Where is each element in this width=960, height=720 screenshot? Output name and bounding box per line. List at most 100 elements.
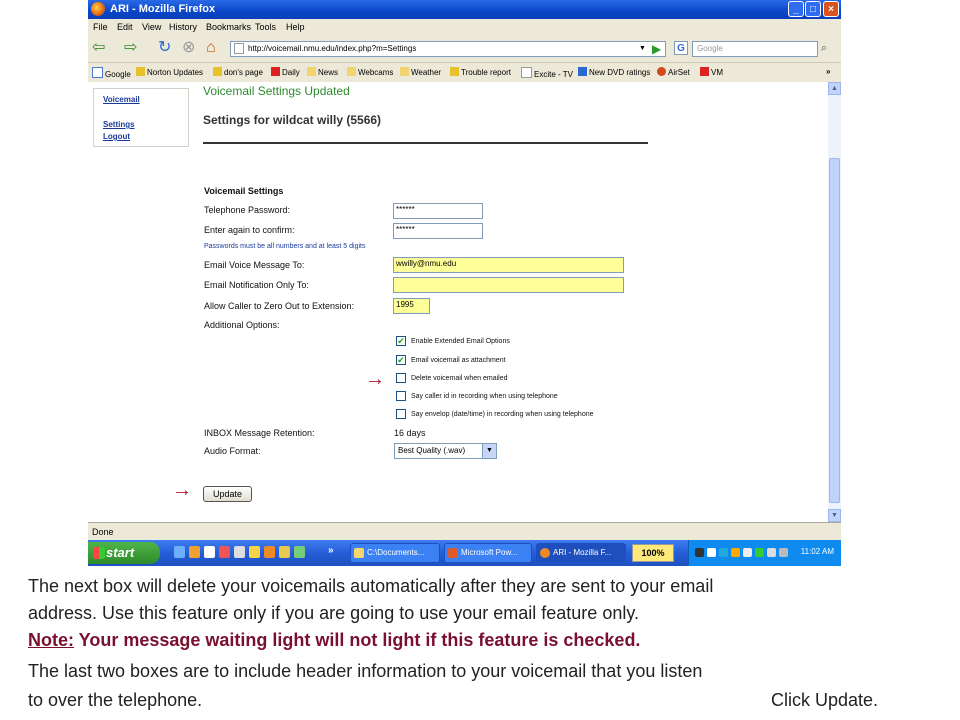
inbox-retention-label: INBOX Message Retention:	[204, 428, 315, 438]
caption-note-text: Your message waiting light will not ligh…	[74, 630, 641, 650]
option-checkbox-say-envelope[interactable]	[396, 409, 406, 419]
bookmarks-toolbar: Google Norton Updates don's page Daily N…	[88, 62, 841, 83]
menu-bookmarks[interactable]: Bookmarks	[206, 22, 251, 32]
option-checkbox-delete-when-emailed[interactable]	[396, 373, 406, 383]
clock: 11:02 AM	[800, 547, 834, 556]
bookmark-airset[interactable]: AirSet	[657, 67, 690, 77]
additional-options-label: Additional Options:	[204, 320, 280, 330]
option-label-extended-email: Enable Extended Email Options	[411, 338, 510, 345]
bookmark-new-dvd-ratings[interactable]: New DVD ratings	[578, 67, 650, 77]
tray-icon[interactable]	[695, 548, 704, 557]
menu-help[interactable]: Help	[286, 22, 305, 32]
url-dropdown-icon[interactable]: ▼	[639, 45, 646, 52]
window-title: ARI - Mozilla Firefox	[110, 3, 216, 15]
forward-icon[interactable]: ⇨	[124, 39, 137, 57]
option-checkbox-extended-email[interactable]: ✔	[396, 336, 406, 346]
caption-line-4: The last two boxes are to include header…	[28, 661, 703, 681]
task-button-documents[interactable]: C:\Documents...	[350, 543, 440, 563]
minimize-button[interactable]: _	[788, 1, 804, 17]
quicklaunch-icon[interactable]	[204, 546, 215, 558]
email-notification-label: Email Notification Only To:	[204, 280, 309, 290]
caption-note: Note: Your message waiting light will no…	[28, 630, 640, 651]
checkmark-icon: ✔	[397, 336, 405, 346]
tray-icon[interactable]	[755, 548, 764, 557]
start-button[interactable]: start	[88, 542, 160, 564]
bookmark-news[interactable]: News	[307, 67, 338, 77]
option-checkbox-email-attachment[interactable]: ✔	[396, 355, 406, 365]
sidebar-link-settings[interactable]: Settings	[103, 120, 135, 129]
audio-format-select[interactable]: Best Quality (.wav) ▼	[394, 443, 497, 459]
quicklaunch-icon[interactable]	[219, 546, 230, 558]
telephone-password-input[interactable]: ******	[393, 203, 483, 219]
update-button[interactable]: Update	[203, 486, 252, 502]
close-button[interactable]: ×	[823, 1, 839, 17]
bookmark-vm[interactable]: VM	[700, 67, 723, 77]
tray-icon[interactable]	[731, 548, 740, 557]
page-content: Voicemail Settings Logout Voicemail Sett…	[88, 82, 828, 522]
caption-line-1: The next box will delete your voicemails…	[28, 576, 714, 596]
bookmark-google[interactable]: Google	[92, 67, 131, 79]
section-label: Voicemail Settings	[204, 186, 284, 196]
tray-icon[interactable]	[707, 548, 716, 557]
bookmark-daily[interactable]: Daily	[271, 67, 300, 77]
quicklaunch-icon[interactable]	[234, 546, 245, 558]
inbox-retention-value: 16 days	[394, 428, 426, 438]
home-icon[interactable]: ⌂	[206, 39, 216, 57]
arrow-annotation-update: →	[172, 479, 192, 501]
search-input[interactable]: Google	[692, 41, 818, 57]
bookmarks-overflow-icon[interactable]: »	[826, 67, 830, 76]
go-icon[interactable]: ▶	[652, 42, 661, 56]
bookmark-trouble-report[interactable]: Trouble report	[450, 67, 511, 77]
sidebar-nav: Voicemail Settings Logout	[93, 88, 189, 147]
bookmark-webcams[interactable]: Webcams	[347, 67, 393, 77]
tray-icon[interactable]	[779, 548, 788, 557]
maximize-button[interactable]: □	[805, 1, 821, 17]
menu-file[interactable]: File	[93, 22, 108, 32]
bookmark-excite-tv[interactable]: Excite - TV	[521, 67, 573, 79]
stop-icon[interactable]: ⊗	[182, 39, 195, 57]
audio-format-label: Audio Format:	[204, 446, 261, 456]
scrollbar-thumb[interactable]	[829, 158, 840, 503]
title-bar: ARI - Mozilla Firefox _ □ ×	[88, 0, 841, 19]
scroll-down-icon[interactable]: ▼	[828, 509, 841, 522]
bookmark-norton-updates[interactable]: Norton Updates	[136, 67, 203, 77]
confirm-password-input[interactable]: ******	[393, 223, 483, 239]
sidebar-link-voicemail[interactable]: Voicemail	[103, 95, 140, 104]
scroll-up-icon[interactable]: ▲	[828, 82, 841, 95]
menu-edit[interactable]: Edit	[117, 22, 133, 32]
firefox-icon	[91, 2, 105, 16]
task-button-powerpoint[interactable]: Microsoft Pow...	[444, 543, 532, 563]
email-voice-message-input[interactable]: wwilly@nmu.edu	[393, 257, 624, 273]
quicklaunch-icon[interactable]	[249, 546, 260, 558]
tray-icon[interactable]	[767, 548, 776, 557]
quicklaunch-overflow-icon[interactable]: »	[328, 545, 334, 556]
sidebar-link-logout[interactable]: Logout	[103, 132, 130, 141]
email-notification-input[interactable]	[393, 277, 624, 293]
option-checkbox-say-caller-id[interactable]	[396, 391, 406, 401]
quicklaunch-icon[interactable]	[279, 546, 290, 558]
search-icon[interactable]: ⌕	[821, 42, 827, 55]
url-bar[interactable]: http://voicemail.nmu.edu/index.php?m=Set…	[230, 41, 666, 57]
menu-history[interactable]: History	[169, 22, 197, 32]
navigation-toolbar: ⇦ ⇨ ↻ ⊗ ⌂ http://voicemail.nmu.edu/index…	[88, 36, 841, 62]
option-label-delete-when-emailed: Delete voicemail when emailed	[411, 375, 508, 382]
tray-icon[interactable]	[719, 548, 728, 557]
quicklaunch-icon[interactable]	[294, 546, 305, 558]
bookmark-dons-page[interactable]: don's page	[213, 67, 263, 77]
menu-tools[interactable]: Tools	[255, 22, 276, 32]
bookmark-weather[interactable]: Weather	[400, 67, 441, 77]
back-icon[interactable]: ⇦	[92, 39, 105, 57]
task-button-firefox[interactable]: ARI - Mozilla F...	[536, 543, 626, 563]
quicklaunch-icon[interactable]	[264, 546, 275, 558]
caption-line-5: to over the telephone.	[28, 690, 203, 710]
reload-icon[interactable]: ↻	[158, 39, 171, 57]
vertical-scrollbar[interactable]: ▲ ▼	[828, 82, 841, 522]
quicklaunch-icon[interactable]	[174, 546, 185, 558]
search-engine-icon[interactable]: G	[674, 41, 688, 55]
menu-view[interactable]: View	[142, 22, 161, 32]
password-hint: Passwords must be all numbers and at lea…	[204, 243, 366, 250]
status-message: Voicemail Settings Updated	[203, 84, 350, 98]
tray-icon[interactable]	[743, 548, 752, 557]
zero-out-input[interactable]: 1995	[393, 298, 430, 314]
quicklaunch-icon[interactable]	[189, 546, 200, 558]
